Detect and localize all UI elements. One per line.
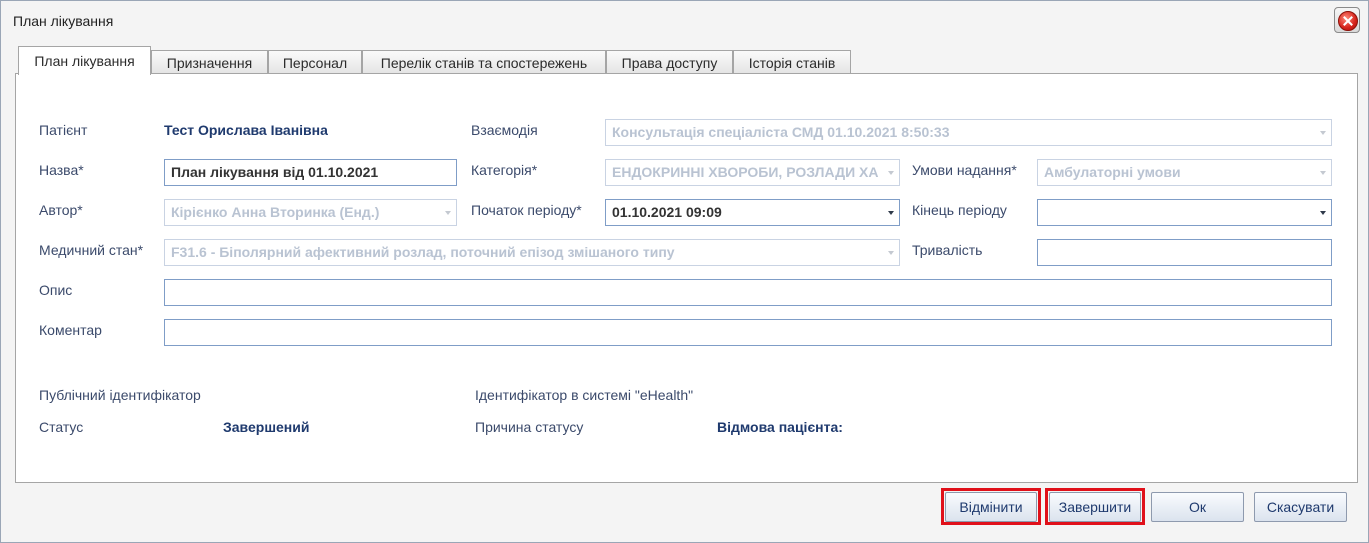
author-label: Автор*: [39, 202, 83, 218]
medical-state-label: Медичний стан*: [39, 242, 144, 258]
category-select[interactable]: ЕНДОКРИННІ ХВОРОБИ, РОЗЛАДИ ХА: [605, 159, 900, 186]
patient-label: Патієнт: [39, 122, 88, 138]
duration-label: Тривалість: [912, 242, 983, 258]
patient-value: Тест Орислава Іванівна: [164, 122, 328, 138]
comment-input[interactable]: [164, 319, 1332, 346]
close-window-button[interactable]: [1334, 7, 1360, 33]
interaction-label: Взаємодія: [471, 122, 538, 138]
period-start-value: 01.10.2021 09:09: [612, 204, 722, 220]
conditions-value: Амбулаторні умови: [1044, 164, 1181, 180]
tab-conditions-observations[interactable]: Перелік станів та спостережень: [362, 50, 606, 74]
status-reason-label: Причина статусу: [475, 419, 584, 435]
highlight-frame: [1045, 488, 1145, 525]
ok-button[interactable]: Ок: [1151, 492, 1244, 522]
treatment-plan-window: План лікування План лікування Призначенн…: [0, 0, 1369, 543]
conditions-select[interactable]: Амбулаторні умови: [1037, 159, 1332, 186]
description-label: Опис: [39, 282, 73, 298]
tab-treatment-plan[interactable]: План лікування: [18, 46, 151, 75]
chevron-down-icon: [888, 211, 894, 215]
name-input[interactable]: План лікування від 01.10.2021: [164, 159, 457, 186]
public-id-label: Публічний ідентифікатор: [39, 387, 201, 403]
highlight-frame: [941, 488, 1041, 525]
description-input[interactable]: [164, 279, 1332, 306]
chevron-down-icon: [1320, 171, 1326, 175]
period-end-select[interactable]: [1037, 199, 1332, 226]
interaction-value: Консультація спеціаліста СМД 01.10.2021 …: [612, 124, 950, 140]
status-value: Завершений: [223, 419, 310, 435]
medical-state-select[interactable]: F31.6 - Біполярний афективний розлад, по…: [164, 239, 900, 266]
status-label: Статус: [39, 419, 84, 435]
tab-state-history[interactable]: Історія станів: [733, 50, 851, 74]
comment-label: Коментар: [39, 322, 102, 338]
period-start-select[interactable]: 01.10.2021 09:09: [605, 199, 900, 226]
conditions-label: Умови надання*: [912, 162, 1017, 178]
chevron-down-icon: [445, 211, 451, 215]
author-select[interactable]: Кірієнко Анна Вторинка (Енд.): [164, 199, 457, 226]
close-icon: [1338, 11, 1358, 31]
period-end-label: Кінець періоду: [912, 202, 1007, 218]
chevron-down-icon: [888, 251, 894, 255]
close-button[interactable]: Скасувати: [1254, 492, 1347, 522]
status-reason-value: Відмова пацієнта:: [717, 419, 843, 435]
chevron-down-icon: [1320, 131, 1326, 135]
window-title: План лікування: [13, 13, 114, 29]
chevron-down-icon: [1320, 211, 1326, 215]
tab-personnel[interactable]: Персонал: [268, 50, 362, 74]
form-panel: Патієнт Тест Орислава Іванівна Взаємодія…: [15, 73, 1358, 483]
ehealth-id-label: Ідентифікатор в системі "eHealth": [475, 387, 694, 403]
interaction-select[interactable]: Консультація спеціаліста СМД 01.10.2021 …: [605, 119, 1332, 146]
name-value: План лікування від 01.10.2021: [171, 164, 379, 180]
tab-access-rights[interactable]: Права доступу: [606, 50, 733, 74]
name-label: Назва*: [39, 162, 84, 178]
medical-state-value: F31.6 - Біполярний афективний розлад, по…: [171, 244, 675, 260]
tab-prescriptions[interactable]: Призначення: [151, 50, 268, 74]
author-value: Кірієнко Анна Вторинка (Енд.): [171, 204, 380, 220]
duration-input[interactable]: [1037, 239, 1332, 266]
category-value: ЕНДОКРИННІ ХВОРОБИ, РОЗЛАДИ ХА: [612, 164, 879, 180]
period-start-label: Початок періоду*: [471, 202, 582, 218]
title-bar: План лікування: [1, 1, 1368, 39]
category-label: Категорія*: [471, 162, 538, 178]
chevron-down-icon: [888, 171, 894, 175]
